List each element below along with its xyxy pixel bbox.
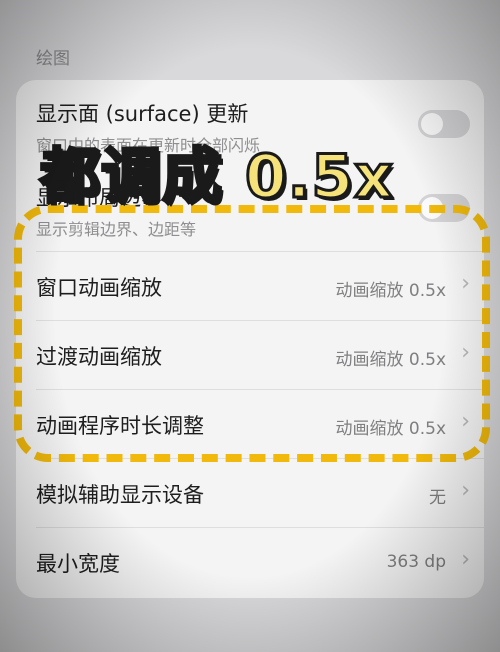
chevron-right-icon: › xyxy=(461,547,470,572)
setting-row-smallest-width[interactable]: 最小宽度 363 dp › xyxy=(16,528,484,598)
chevron-right-icon: › xyxy=(461,478,470,503)
toggle-knob xyxy=(421,113,443,135)
section-header-drawing: 绘图 xyxy=(36,49,70,69)
dashed-highlight-outline xyxy=(14,205,490,462)
setting-value: 363 dp xyxy=(386,552,446,572)
setting-title: 模拟辅助显示设备 xyxy=(36,483,204,507)
setting-title: 显示面 (surface) 更新 xyxy=(36,102,249,126)
setting-row-simulate-secondary-displays[interactable]: 模拟辅助显示设备 无 › xyxy=(16,459,484,527)
setting-title: 最小宽度 xyxy=(36,552,120,576)
setting-value: 无 xyxy=(429,488,446,508)
surface-updates-toggle[interactable] xyxy=(418,110,470,138)
overlay-caption: 都调成 0.5x xyxy=(39,141,395,214)
